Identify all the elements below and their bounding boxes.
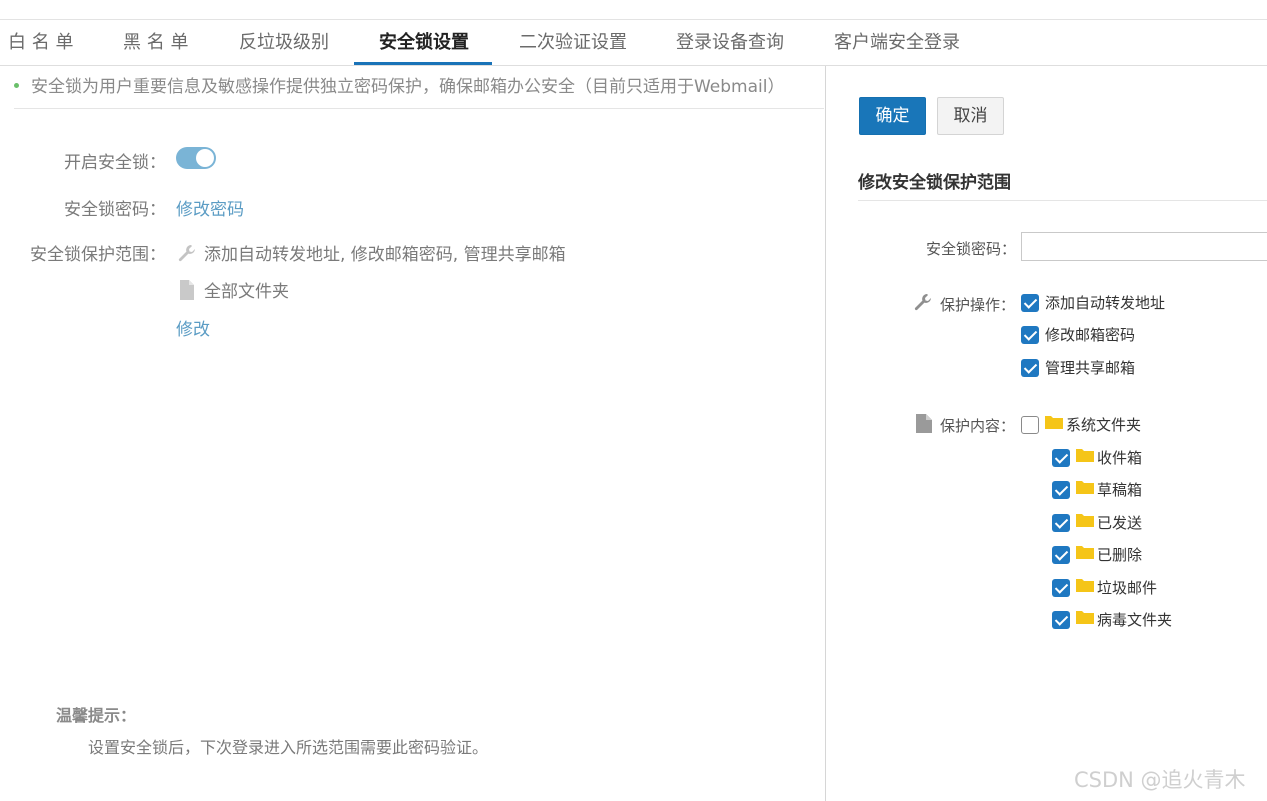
folder-label: 垃圾邮件 xyxy=(1097,579,1158,597)
folder-checkbox-inbox[interactable]: 收件箱 xyxy=(1052,448,1142,468)
confirm-button[interactable]: 确定 xyxy=(859,97,926,135)
tips-text: 设置安全锁后，下次登录进入所选范围需要此密码验证。 xyxy=(88,738,489,757)
scope-operations: 添加自动转发地址, 修改邮箱密码, 管理共享邮箱 xyxy=(176,240,566,265)
folder-icon xyxy=(1076,577,1094,597)
checkbox[interactable] xyxy=(1052,448,1070,467)
scope-folders: 全部文件夹 xyxy=(176,277,289,303)
checkbox[interactable] xyxy=(1021,325,1039,344)
checkbox[interactable] xyxy=(1021,293,1039,312)
checkbox[interactable] xyxy=(1021,358,1039,377)
tab-client-secure-login[interactable]: 客户端安全登录 xyxy=(834,20,960,66)
op-label: 修改邮箱密码 xyxy=(1045,326,1136,344)
folder-checkbox-deleted[interactable]: 已删除 xyxy=(1052,545,1142,565)
document-icon xyxy=(915,413,933,438)
folder-icon xyxy=(1076,512,1094,532)
folder-checkbox-spam[interactable]: 垃圾邮件 xyxy=(1052,578,1157,598)
scope-label: 安全锁保护范围： xyxy=(30,245,166,265)
folder-checkbox-sent[interactable]: 已发送 xyxy=(1052,513,1142,533)
watermark: CSDN @追火青木 xyxy=(1074,768,1246,792)
enable-label: 开启安全锁： xyxy=(64,153,166,173)
wrench-icon xyxy=(912,292,934,316)
document-icon xyxy=(176,280,204,302)
cancel-button[interactable]: 取消 xyxy=(937,97,1004,135)
tab-two-factor[interactable]: 二次验证设置 xyxy=(519,20,627,66)
tab-antispam-level[interactable]: 反垃圾级别 xyxy=(239,20,329,66)
folder-label: 收件箱 xyxy=(1097,449,1143,467)
tab-whitelist[interactable]: 白 名 单 xyxy=(8,20,73,66)
folder-icon xyxy=(1076,544,1094,564)
op-checkbox-shared-mailbox[interactable]: 管理共享邮箱 xyxy=(1021,358,1135,378)
scope-folders-text: 全部文件夹 xyxy=(204,282,289,302)
security-lock-toggle[interactable] xyxy=(176,147,216,169)
op-checkbox-change-password[interactable]: 修改邮箱密码 xyxy=(1021,325,1135,345)
bullet-icon xyxy=(14,82,19,88)
protect-ops-label: 保护操作： xyxy=(940,296,1016,314)
tab-security-lock[interactable]: 安全锁设置 xyxy=(379,20,469,66)
folder-checkbox-drafts[interactable]: 草稿箱 xyxy=(1052,480,1142,500)
checkbox[interactable] xyxy=(1052,545,1070,564)
panel-title: 修改安全锁保护范围 xyxy=(858,173,1011,193)
folder-label: 病毒文件夹 xyxy=(1097,611,1173,629)
protect-content-label: 保护内容： xyxy=(940,417,1016,435)
panel-password-input[interactable] xyxy=(1021,232,1267,261)
checkbox[interactable] xyxy=(1052,610,1070,629)
active-tab-indicator xyxy=(354,62,492,65)
folder-label: 已发送 xyxy=(1097,514,1143,532)
settings-pane: 安全锁为用户重要信息及敏感操作提供独立密码保护，确保邮箱办公安全（目前只适用于W… xyxy=(0,66,825,801)
notice-bar: 安全锁为用户重要信息及敏感操作提供独立密码保护，确保邮箱办公安全（目前只适用于W… xyxy=(14,66,824,109)
folder-checkbox-system[interactable]: 系统文件夹 xyxy=(1021,415,1141,435)
tab-blacklist[interactable]: 黑 名 单 xyxy=(123,20,188,66)
checkbox[interactable] xyxy=(1052,513,1070,532)
scope-operations-text: 添加自动转发地址, 修改邮箱密码, 管理共享邮箱 xyxy=(204,245,566,265)
folder-checkbox-virus[interactable]: 病毒文件夹 xyxy=(1052,610,1172,630)
password-label: 安全锁密码： xyxy=(64,200,166,220)
folder-label: 草稿箱 xyxy=(1097,481,1143,499)
folder-label: 系统文件夹 xyxy=(1066,416,1142,434)
edit-scope-panel: 确定 取消 修改安全锁保护范围 安全锁密码： 保护操作： 添加自动转发地址 修改… xyxy=(825,66,1267,801)
checkbox[interactable] xyxy=(1021,415,1039,434)
op-label: 管理共享邮箱 xyxy=(1045,359,1136,377)
toggle-knob xyxy=(196,149,214,167)
notice-text: 安全锁为用户重要信息及敏感操作提供独立密码保护，确保邮箱办公安全（目前只适用于W… xyxy=(31,77,785,97)
op-checkbox-auto-forward[interactable]: 添加自动转发地址 xyxy=(1021,293,1165,313)
folder-icon xyxy=(1045,414,1063,434)
checkbox[interactable] xyxy=(1052,578,1070,597)
folder-icon xyxy=(1076,479,1094,499)
tab-login-devices[interactable]: 登录设备查询 xyxy=(676,20,784,66)
folder-icon xyxy=(1076,609,1094,629)
wrench-icon xyxy=(176,245,204,265)
panel-divider xyxy=(858,200,1267,201)
folder-icon xyxy=(1076,447,1094,467)
tips-title: 温馨提示： xyxy=(56,706,137,725)
tab-bar: 白 名 单 黑 名 单 反垃圾级别 安全锁设置 二次验证设置 登录设备查询 客户… xyxy=(0,20,1267,66)
checkbox[interactable] xyxy=(1052,480,1070,499)
op-label: 添加自动转发地址 xyxy=(1045,294,1166,312)
panel-password-label: 安全锁密码： xyxy=(926,240,1017,258)
modify-scope-link[interactable]: 修改 xyxy=(176,315,210,340)
folder-label: 已删除 xyxy=(1097,546,1143,564)
change-password-link[interactable]: 修改密码 xyxy=(176,195,244,220)
